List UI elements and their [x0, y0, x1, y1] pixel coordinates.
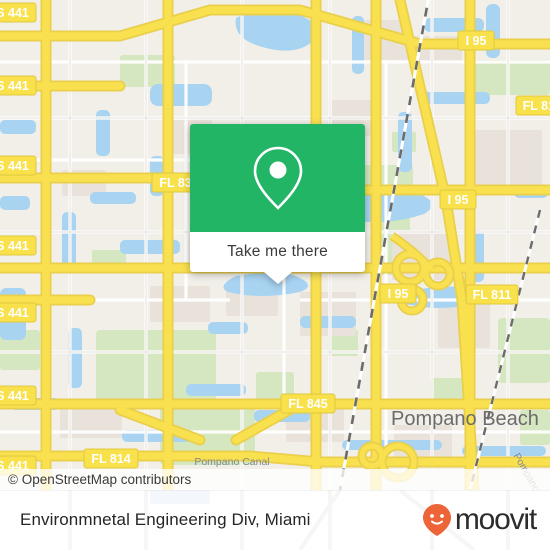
route-shield-fl845: FL 845 [280, 393, 336, 414]
route-shield-us441: US 441 [0, 302, 37, 323]
footer-bar: Environmnetal Engineering Div, Miami moo… [0, 490, 550, 550]
svg-text:FL 811: FL 811 [523, 99, 550, 113]
route-shield-i95: I 95 [379, 283, 417, 304]
svg-text:I 95: I 95 [448, 193, 469, 207]
svg-text:US 441: US 441 [0, 389, 29, 403]
place-title: Environmnetal Engineering Div, Miami [20, 510, 311, 529]
route-shield-i95: I 95 [457, 30, 495, 51]
svg-text:US 441: US 441 [0, 306, 29, 320]
route-shield-us441: US 441 [0, 75, 37, 96]
map-attribution-bar: © OpenStreetMap contributors [0, 469, 550, 490]
svg-text:US 441: US 441 [0, 79, 29, 93]
openstreetmap-attribution[interactable]: © OpenStreetMap contributors [0, 472, 191, 487]
svg-text:I 95: I 95 [466, 34, 487, 48]
map-viewport[interactable]: Pompano Beach Pompano Canal Pompano US 4… [0, 0, 550, 490]
svg-text:FL 811: FL 811 [473, 288, 512, 302]
route-shield-us441: US 441 [0, 155, 37, 176]
route-shield-fl811: FL 811 [515, 95, 550, 116]
route-shield-fl814: FL 814 [83, 448, 139, 469]
route-shield-i95: I 95 [439, 189, 477, 210]
route-shield-fl811: FL 811 [465, 284, 519, 305]
svg-text:US 441: US 441 [0, 239, 29, 253]
route-shield-us441: US 441 [0, 235, 37, 256]
route-shield-us441: US 441 [0, 2, 37, 23]
svg-text:US 441: US 441 [0, 6, 29, 20]
popup-pointer [263, 272, 292, 284]
popup-image-area [190, 124, 365, 232]
svg-text:I 95: I 95 [388, 287, 409, 301]
location-pin-icon [253, 146, 302, 210]
route-shield-us441: US 441 [0, 385, 37, 406]
moovit-wordmark: moovit [454, 503, 537, 536]
moovit-logo[interactable]: moovit [422, 503, 537, 537]
take-me-there-label: Take me there [227, 243, 328, 260]
moovit-map-screen: Pompano Beach Pompano Canal Pompano US 4… [0, 0, 550, 550]
moovit-pin-icon [422, 504, 451, 536]
take-me-there-button[interactable]: Take me there [190, 232, 365, 272]
place-popup-card[interactable]: Take me there [190, 124, 365, 284]
map-city-label: Pompano Beach [391, 408, 539, 430]
map-water-label: Pompano Canal [194, 456, 269, 468]
svg-text:US 441: US 441 [0, 159, 29, 173]
svg-text:FL 814: FL 814 [91, 452, 130, 466]
svg-text:FL 845: FL 845 [288, 397, 327, 411]
